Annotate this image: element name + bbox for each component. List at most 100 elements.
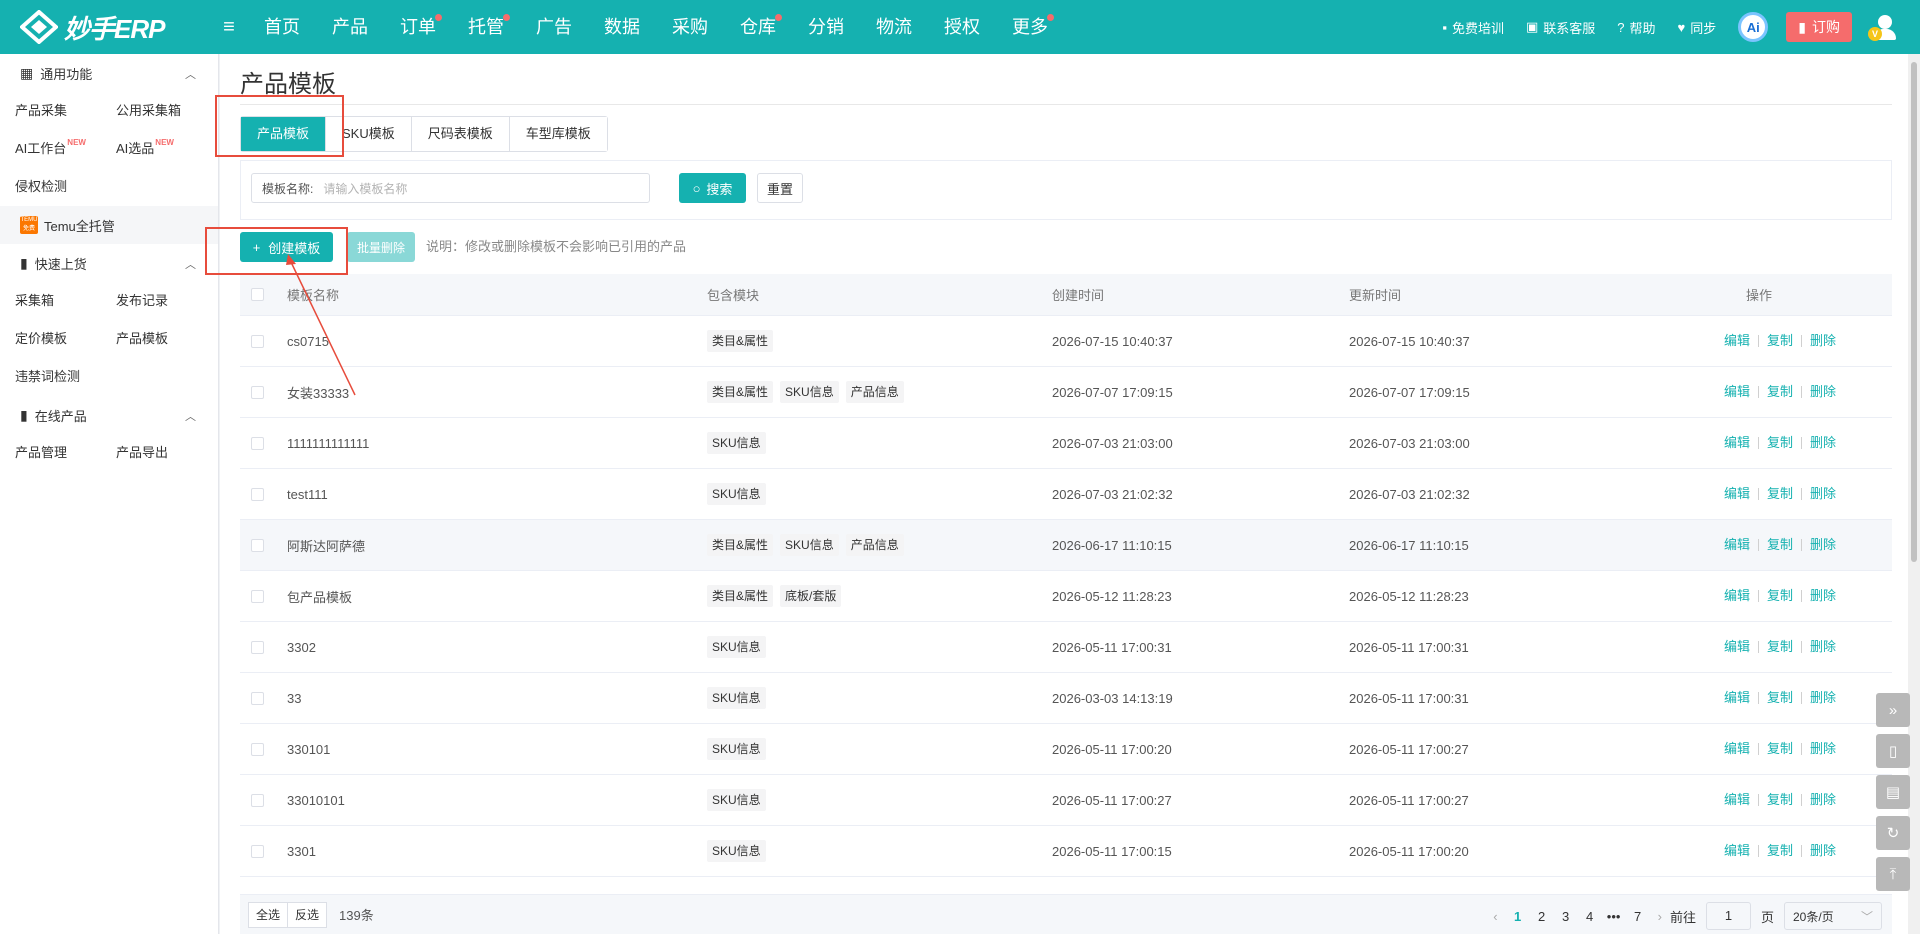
copy-link[interactable]: 复制: [1759, 334, 1802, 347]
note-icon[interactable]: ▤: [1876, 775, 1910, 809]
tab-vehicle-template[interactable]: 车型库模板: [509, 117, 607, 151]
sidebar-section-quick-listing[interactable]: ▮ 快速上货 ︿: [0, 244, 218, 282]
select-all-button[interactable]: 全选: [248, 901, 289, 928]
user-avatar[interactable]: V: [1868, 13, 1898, 41]
delete-link[interactable]: 删除: [1802, 640, 1844, 653]
prev-page-icon[interactable]: ‹: [1493, 909, 1497, 924]
delete-link[interactable]: 删除: [1802, 385, 1844, 398]
delete-link[interactable]: 删除: [1802, 334, 1844, 347]
nav-item-1[interactable]: 产品: [316, 0, 384, 54]
back-to-top-icon[interactable]: ⤒: [1876, 857, 1910, 891]
page-size-select[interactable]: 20条/页 ﹀: [1784, 902, 1882, 930]
edit-link[interactable]: 编辑: [1716, 742, 1759, 755]
expand-icon[interactable]: »: [1876, 693, 1910, 727]
mobile-icon[interactable]: ▯: [1876, 734, 1910, 768]
row-checkbox[interactable]: [251, 436, 264, 450]
delete-link[interactable]: 删除: [1802, 538, 1844, 551]
edit-link[interactable]: 编辑: [1716, 691, 1759, 704]
sidebar-section-general[interactable]: ▦ 通用功能 ︿: [0, 54, 218, 92]
page-number[interactable]: •••: [1603, 909, 1625, 924]
nav-item-6[interactable]: 采购: [656, 0, 724, 54]
refresh-icon[interactable]: ↻: [1876, 816, 1910, 850]
free-training-link[interactable]: ▪ 免费培训: [1442, 18, 1504, 37]
delete-link[interactable]: 删除: [1802, 691, 1844, 704]
contact-support-link[interactable]: ▣ 联系客服: [1526, 18, 1595, 37]
sidebar-item-product-export[interactable]: 产品导出: [116, 434, 217, 472]
select-all-checkbox[interactable]: [251, 288, 264, 301]
sidebar-item-collect-box[interactable]: 采集箱: [15, 282, 116, 320]
nav-item-4[interactable]: 广告: [520, 0, 588, 54]
delete-link[interactable]: 删除: [1802, 589, 1844, 602]
row-checkbox[interactable]: [251, 487, 264, 501]
template-name-field[interactable]: 模板名称: 请输入模板名称: [251, 173, 650, 203]
nav-item-8[interactable]: 分销: [792, 0, 860, 54]
sidebar-item-ai-workbench[interactable]: AI工作台 NEW: [15, 130, 116, 168]
edit-link[interactable]: 编辑: [1716, 334, 1759, 347]
copy-link[interactable]: 复制: [1759, 640, 1802, 653]
delete-link[interactable]: 删除: [1802, 844, 1844, 857]
delete-link[interactable]: 删除: [1802, 742, 1844, 755]
sync-link[interactable]: ♥ 同步: [1678, 18, 1717, 37]
tab-size-chart-template[interactable]: 尺码表模板: [411, 117, 510, 151]
scrollbar-thumb[interactable]: [1911, 62, 1917, 562]
page-number[interactable]: 4: [1579, 909, 1601, 924]
row-checkbox[interactable]: [251, 742, 264, 756]
copy-link[interactable]: 复制: [1759, 436, 1802, 449]
row-checkbox[interactable]: [251, 334, 264, 348]
row-checkbox[interactable]: [251, 640, 264, 654]
copy-link[interactable]: 复制: [1759, 742, 1802, 755]
copy-link[interactable]: 复制: [1759, 487, 1802, 500]
edit-link[interactable]: 编辑: [1716, 640, 1759, 653]
nav-item-9[interactable]: 物流: [860, 0, 928, 54]
row-checkbox[interactable]: [251, 793, 264, 807]
sidebar-item-ai-selection[interactable]: AI选品 NEW: [116, 130, 217, 168]
row-checkbox[interactable]: [251, 691, 264, 705]
sidebar-item-product-collect[interactable]: 产品采集: [15, 92, 116, 130]
delete-link[interactable]: 删除: [1802, 793, 1844, 806]
copy-link[interactable]: 复制: [1759, 385, 1802, 398]
sidebar-item-pricing-template[interactable]: 定价模板: [15, 320, 116, 358]
nav-item-2[interactable]: 订单: [384, 0, 452, 54]
edit-link[interactable]: 编辑: [1716, 487, 1759, 500]
logo[interactable]: 妙手ERP: [20, 0, 190, 54]
nav-item-10[interactable]: 授权: [928, 0, 996, 54]
copy-link[interactable]: 复制: [1759, 589, 1802, 602]
sidebar-section-online-products[interactable]: ▮ 在线产品 ︿: [0, 396, 218, 434]
page-number[interactable]: 7: [1627, 909, 1649, 924]
invert-selection-button[interactable]: 反选: [288, 901, 328, 928]
sidebar-item-product-template[interactable]: 产品模板: [116, 320, 217, 358]
page-number[interactable]: 1: [1507, 909, 1529, 924]
nav-item-7[interactable]: 仓库: [724, 0, 792, 54]
row-checkbox[interactable]: [251, 538, 264, 552]
sidebar-item-temu[interactable]: TEMU 免费 Temu全托管: [0, 206, 218, 244]
edit-link[interactable]: 编辑: [1716, 538, 1759, 551]
sidebar-item-product-management[interactable]: 产品管理: [15, 434, 116, 472]
copy-link[interactable]: 复制: [1759, 538, 1802, 551]
edit-link[interactable]: 编辑: [1716, 436, 1759, 449]
reset-button[interactable]: 重置: [757, 173, 803, 203]
nav-item-5[interactable]: 数据: [588, 0, 656, 54]
search-button[interactable]: ○ 搜索: [679, 173, 746, 203]
help-link[interactable]: ? 帮助: [1617, 18, 1655, 37]
order-button[interactable]: ▮ 订购: [1786, 12, 1852, 42]
sidebar-item-banned-words[interactable]: 违禁词检测: [15, 358, 116, 396]
copy-link[interactable]: 复制: [1759, 793, 1802, 806]
ai-assistant-button[interactable]: Ai: [1738, 12, 1769, 42]
sidebar-item-publish-records[interactable]: 发布记录: [116, 282, 217, 320]
next-page-icon[interactable]: ›: [1658, 909, 1662, 924]
row-checkbox[interactable]: [251, 589, 264, 603]
edit-link[interactable]: 编辑: [1716, 589, 1759, 602]
nav-item-0[interactable]: 首页: [248, 0, 316, 54]
page-number[interactable]: 2: [1531, 909, 1553, 924]
menu-toggle-icon[interactable]: ≡: [216, 16, 242, 39]
row-checkbox[interactable]: [251, 844, 264, 858]
delete-link[interactable]: 删除: [1802, 487, 1844, 500]
copy-link[interactable]: 复制: [1759, 691, 1802, 704]
nav-item-3[interactable]: 托管: [452, 0, 520, 54]
copy-link[interactable]: 复制: [1759, 844, 1802, 857]
edit-link[interactable]: 编辑: [1716, 385, 1759, 398]
edit-link[interactable]: 编辑: [1716, 793, 1759, 806]
nav-item-11[interactable]: 更多: [996, 0, 1064, 54]
edit-link[interactable]: 编辑: [1716, 844, 1759, 857]
sidebar-item-infringement-check[interactable]: 侵权检测: [15, 168, 116, 206]
